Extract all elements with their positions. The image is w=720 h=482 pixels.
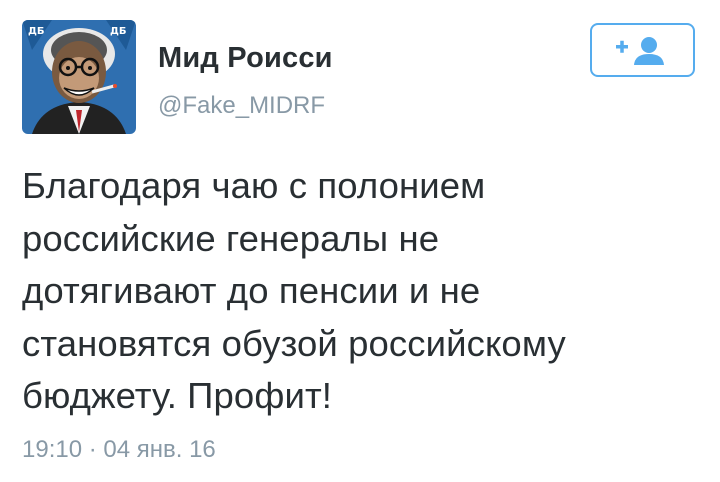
follow-button[interactable] (590, 23, 695, 77)
tweet-timestamp[interactable]: 19:10 · 04 янв. 16 (22, 436, 216, 464)
user-handle[interactable]: @Fake_MIDRF (158, 92, 325, 120)
follow-plus-user-icon (615, 37, 664, 65)
caricature-avatar-icon: ДБ ДБ (22, 20, 136, 134)
user-avatar[interactable]: ДБ ДБ (22, 20, 136, 134)
tweet-card: ДБ ДБ Мид Роисси @Fake_MIDRF Благодаря ч… (0, 0, 720, 482)
tweet-text: Благодаря чаю с полонием российские гене… (22, 165, 566, 416)
user-display-name[interactable]: Мид Роисси (158, 42, 333, 75)
avatar-badge-right: ДБ (110, 26, 127, 37)
avatar-badge-left: ДБ (28, 26, 45, 37)
